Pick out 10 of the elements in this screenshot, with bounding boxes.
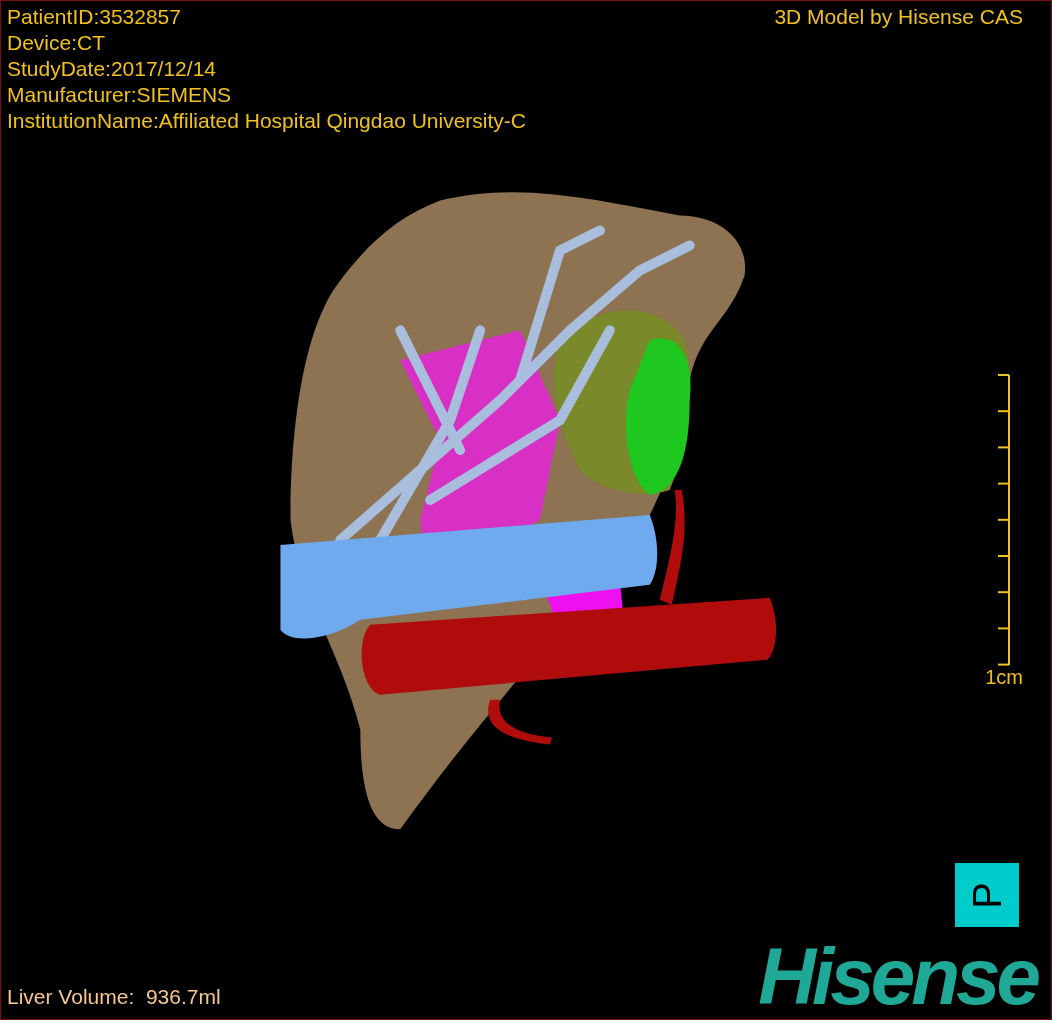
info-text: InstitutionName:Affiliated Hospital Qingdao University-C [7, 108, 526, 134]
info-text: Manufacturer:SIEMENS [7, 82, 233, 108]
logo-text: Hisense [758, 939, 1039, 1015]
info-text: Device:CT [7, 30, 107, 56]
orientation-marker[interactable]: P [955, 863, 1019, 927]
scale-label: 1cm [985, 666, 1023, 689]
info-text: PatientID:3532857 [7, 4, 182, 30]
liver-volume-text: Liver Volume: 936.7ml [7, 985, 221, 1009]
info-text: StudyDate:2017/12/14 [7, 56, 217, 82]
viewer-title: 3D Model by Hisense CAS [774, 4, 1023, 30]
